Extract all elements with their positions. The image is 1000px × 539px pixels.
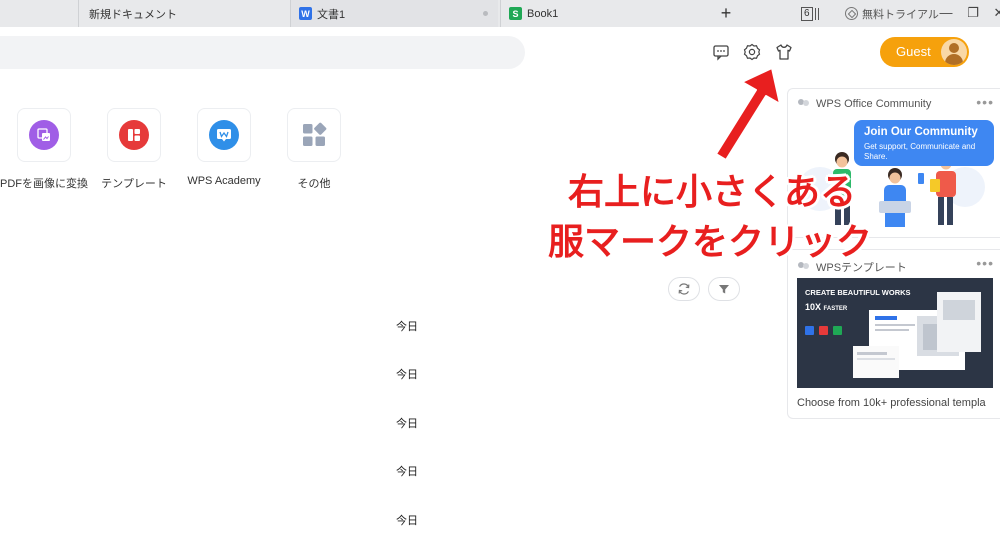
quick-action-label: WPS Academy (187, 175, 261, 187)
tab-new-document[interactable]: 新規ドキュメント (78, 0, 290, 27)
tab-count: 6 (801, 6, 813, 21)
minimize-button[interactable]: — (937, 4, 955, 22)
guest-label: Guest (896, 44, 931, 59)
refresh-icon (678, 283, 690, 295)
template-caption: Choose from 10k+ professional templa (797, 397, 986, 409)
template-preview-graphic (805, 292, 981, 378)
quick-action-pdf-to-image[interactable]: PDFを画像に変換 (0, 108, 89, 191)
quick-action-tile (197, 108, 251, 162)
quick-action-tile (107, 108, 161, 162)
skin-icon[interactable] (774, 42, 794, 62)
unsaved-dot-icon (483, 11, 488, 16)
annotation-text: 右上に小さくある 服マークをクリック (548, 168, 908, 268)
file-date-label: 今日 (396, 466, 418, 478)
tab-count-button[interactable]: 6 (801, 6, 819, 21)
wps-home-window: 新規ドキュメント W 文書1 S Book1 + 6 無料トライアル — ❐ ✕ (0, 0, 1000, 539)
spreadsheet-icon: S (509, 7, 522, 20)
file-date-label: 今日 (396, 321, 418, 333)
quick-action-label: その他 (297, 178, 331, 190)
wps-academy-icon (209, 120, 239, 150)
quick-action-tile (17, 108, 71, 162)
annotation-arrow-icon (715, 67, 781, 161)
filter-icon (719, 285, 729, 294)
quick-action-more[interactable]: その他 (269, 108, 359, 191)
quick-action-label: テンプレート (101, 178, 167, 190)
more-options-button[interactable]: ••• (976, 94, 994, 110)
pdf-to-image-icon (29, 120, 59, 150)
writer-icon: W (299, 7, 312, 20)
banner-title: Join Our Community (864, 126, 978, 138)
tab-bar: 新規ドキュメント W 文書1 S Book1 + 6 無料トライアル — ❐ ✕ (0, 0, 1000, 27)
filter-button[interactable] (708, 277, 740, 301)
free-trial-label: 無料トライアル (862, 8, 939, 21)
file-date-label: 今日 (396, 369, 418, 381)
close-button[interactable]: ✕ (990, 4, 1000, 22)
community-icon (798, 99, 810, 109)
new-tab-button[interactable]: + (716, 2, 736, 24)
file-date-label: 今日 (396, 515, 418, 527)
annotation-line-1: 右上に小さくある (568, 172, 857, 213)
template-icon (119, 120, 149, 150)
template-promo-image[interactable]: CREATE BEAUTIFUL WORKS 10X FASTER (797, 278, 993, 388)
tab-label: 文書1 (317, 8, 346, 21)
search-input[interactable] (0, 36, 525, 69)
quick-action-wps-academy[interactable]: WPS Academy (179, 108, 269, 187)
feedback-icon[interactable] (711, 42, 731, 62)
more-apps-icon (303, 122, 327, 146)
more-options-button[interactable]: ••• (976, 255, 994, 271)
tab-label: Book1 (527, 7, 559, 20)
diamond-icon (845, 7, 858, 20)
banner-subtitle: Get support, Communicate and Share. (864, 142, 976, 161)
quick-action-template[interactable]: テンプレート (89, 108, 179, 191)
free-trial-button[interactable]: 無料トライアル (845, 5, 939, 22)
tab-stack-icon (814, 7, 819, 20)
annotation-line-2: 服マークをクリック (548, 222, 873, 263)
restore-button[interactable]: ❐ (964, 4, 982, 22)
file-date-label: 今日 (396, 418, 418, 430)
tab-book-1[interactable]: S Book1 (500, 0, 708, 27)
quick-action-tile (287, 108, 341, 162)
settings-icon[interactable] (742, 42, 762, 62)
card-header: WPS Office Community (798, 98, 931, 110)
quick-action-label: PDFを画像に変換 (0, 178, 88, 190)
guest-login-button[interactable]: Guest (880, 37, 969, 67)
tab-label: 新規ドキュメント (89, 8, 177, 21)
join-community-banner[interactable]: Join Our Community Get support, Communic… (854, 120, 994, 166)
template-card[interactable]: WPSテンプレート ••• CREATE BEAUTIFUL WORKS 10X… (787, 249, 1000, 419)
card-title: WPS Office Community (816, 98, 932, 110)
refresh-button[interactable] (668, 277, 700, 301)
avatar (941, 39, 967, 65)
tab-document-1[interactable]: W 文書1 (290, 0, 498, 27)
